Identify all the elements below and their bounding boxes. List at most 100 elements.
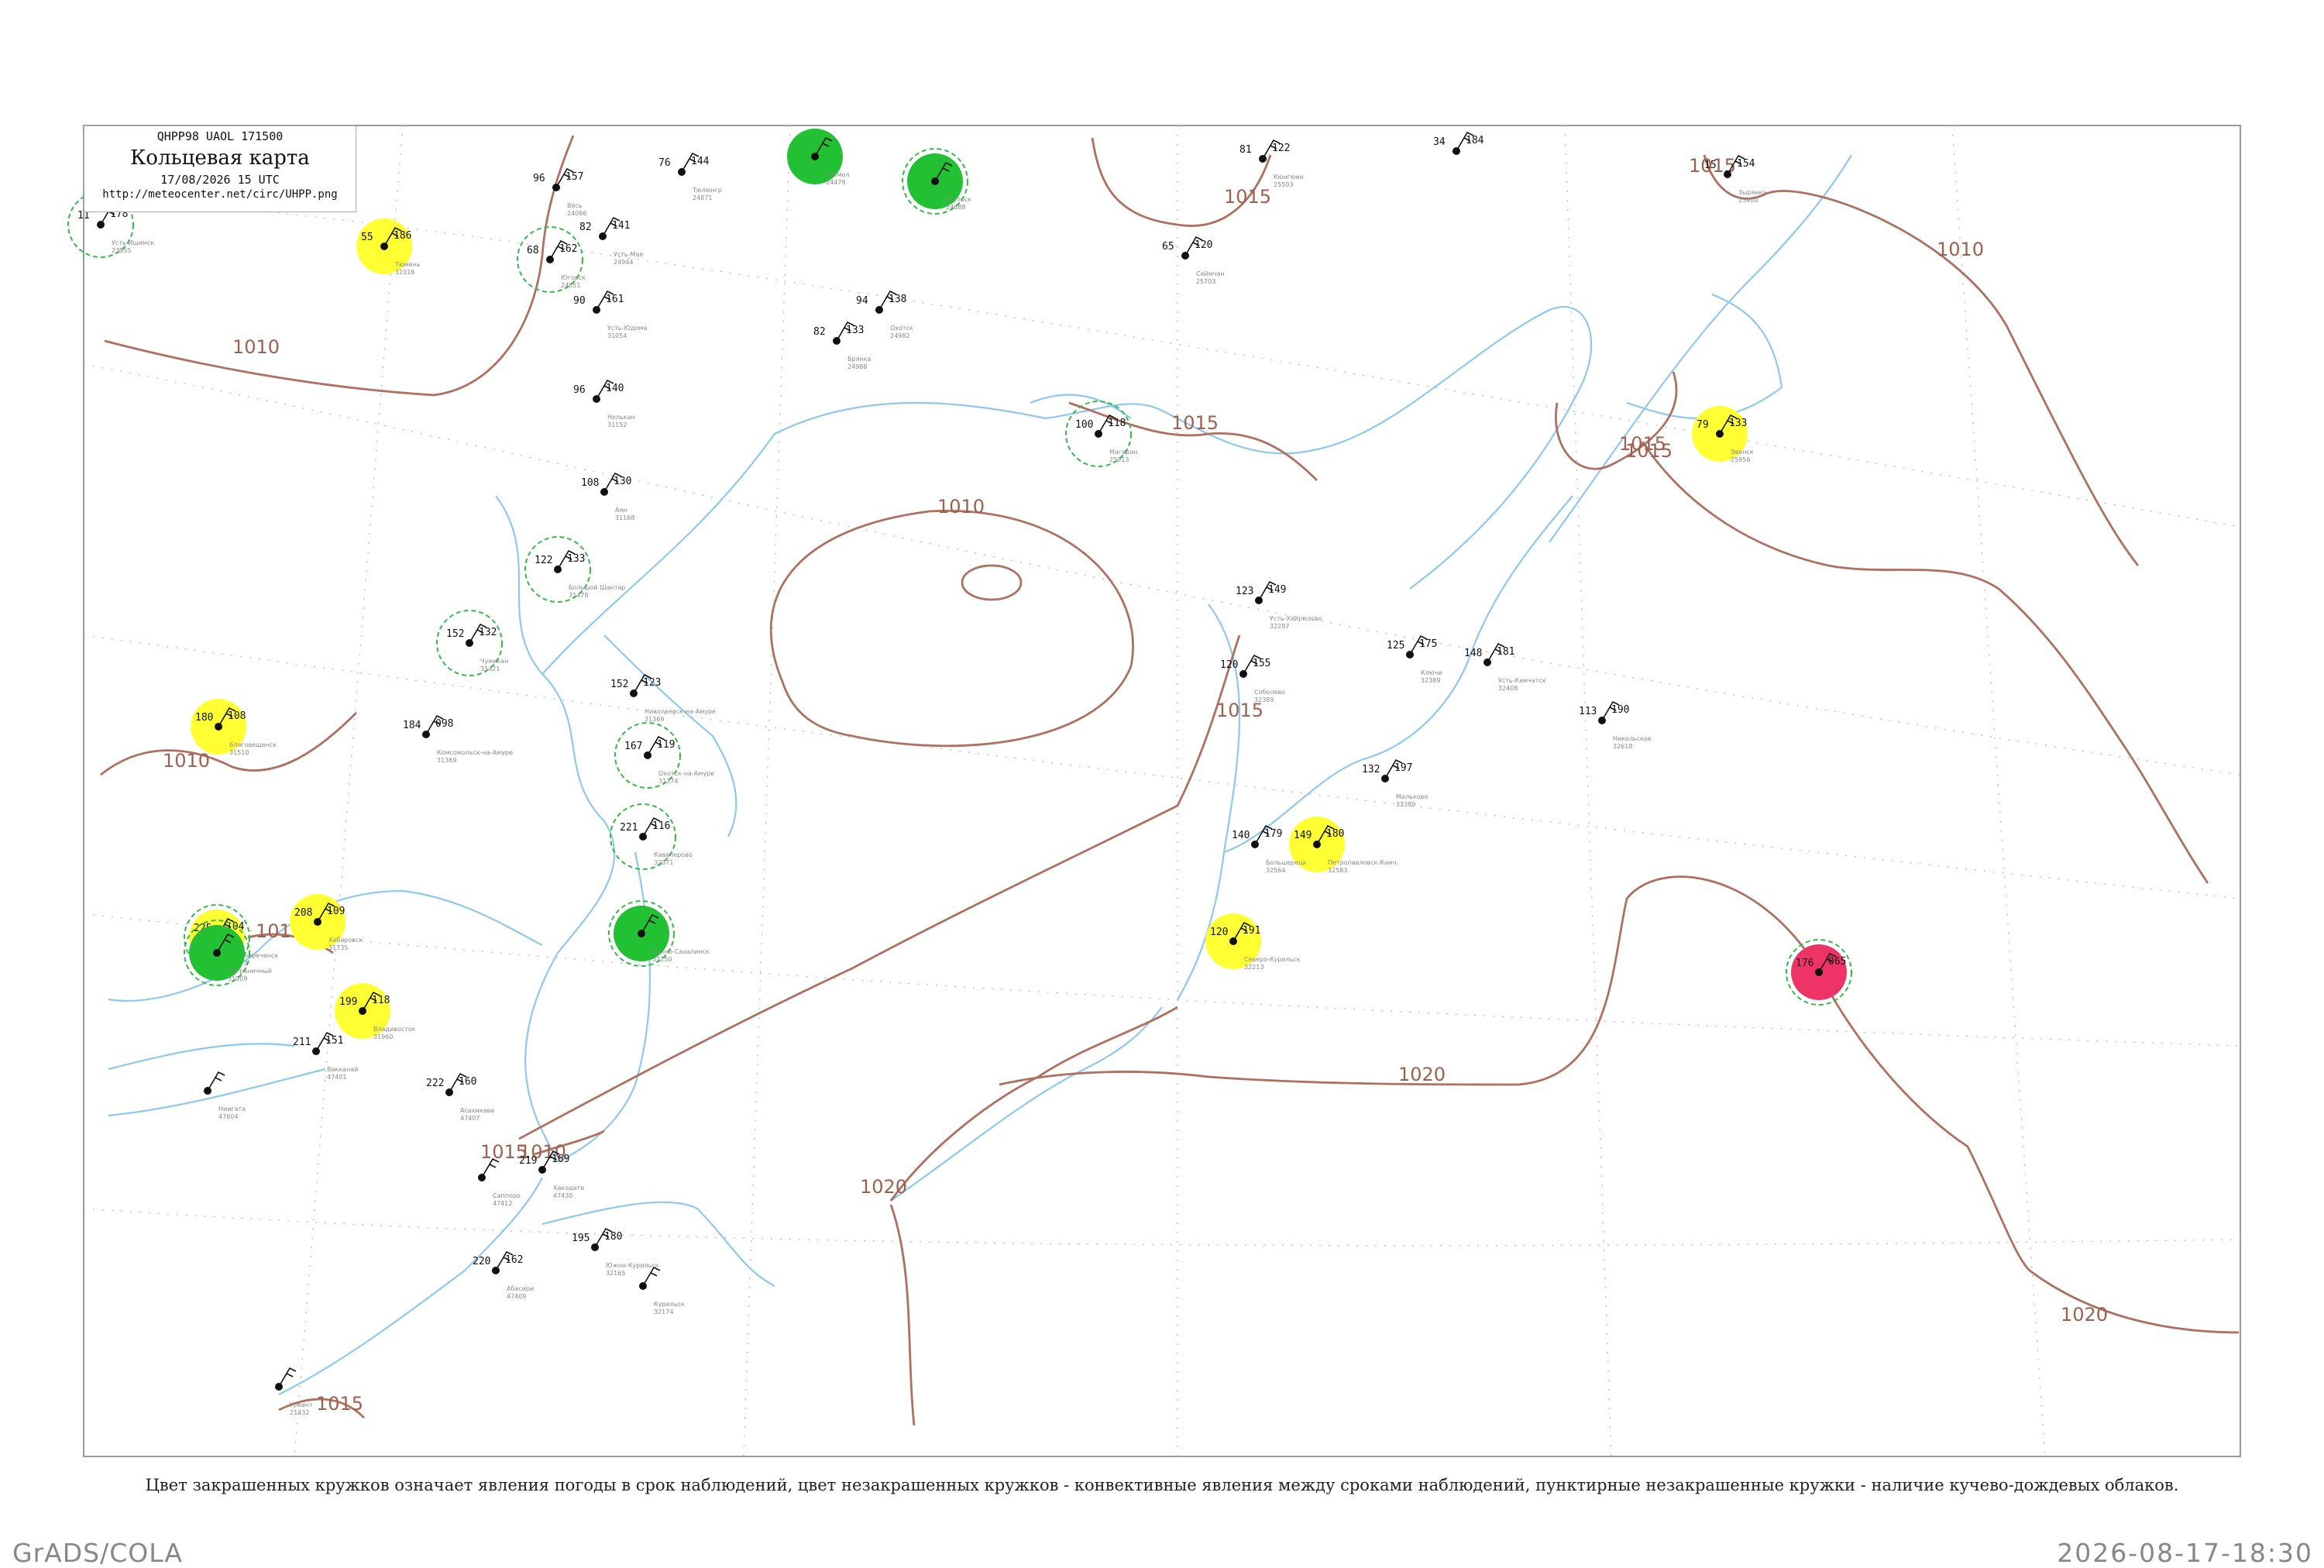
station-id: 31960	[373, 1033, 393, 1040]
graticule	[83, 125, 2241, 1457]
station-temperature: 90	[573, 295, 586, 307]
station[interactable]: 120 191 Северо-Курильск32213	[1205, 913, 1301, 971]
station[interactable]: 123 149 Усть-Хайрюзово32287	[1236, 580, 1322, 630]
isobar-line	[1641, 441, 2209, 884]
station-id: 31909	[228, 975, 247, 982]
station-id: 25956	[1731, 456, 1750, 463]
station-temperature: 184	[403, 720, 421, 731]
station-name: Зырянка	[1738, 189, 1766, 196]
station[interactable]: 96 140 Нелькан31152	[573, 379, 635, 428]
station[interactable]: 82 141 Усть-Мая24944	[579, 216, 643, 266]
station[interactable]: 184 098 Комсомольск-на-Амуре31369	[403, 714, 513, 764]
station-id: 47430	[553, 1192, 572, 1199]
station[interactable]: 152 123 Николаевск-на-Амуре31369	[610, 673, 716, 723]
station-name: Хабаровск	[328, 937, 363, 944]
station-name: Усть-Камчатск	[1498, 677, 1546, 684]
station-id: 47412	[493, 1200, 512, 1207]
station[interactable]: 82 133 Брянка24988	[813, 321, 871, 370]
station-id: 32583	[1328, 867, 1347, 874]
station-pressure: 151	[325, 1035, 343, 1047]
station[interactable]: 125 175 Ключи32389	[1387, 634, 1442, 684]
station[interactable]: Токмол24479	[787, 129, 850, 186]
station[interactable]: 34 184	[1433, 131, 1484, 155]
station[interactable]: 219 169 Хакодате47430	[519, 1150, 584, 1199]
station-name: Сеймчан	[1196, 270, 1225, 277]
station-name: Комсомольск-на-Амуре	[437, 749, 513, 756]
station[interactable]: Угульск24688	[902, 148, 971, 215]
map-url[interactable]: http://meteocenter.net/circ/UHPP.png	[84, 188, 356, 201]
station-pressure: 157	[566, 171, 583, 183]
station[interactable]: 108 130 Аян31168	[581, 472, 634, 521]
station-temperature: 195	[572, 1233, 590, 1244]
station-layer: 11 178Усть-Ишимск2395555 186Тюмень3101696 1…	[67, 129, 1852, 1416]
station[interactable]: 211 151 Вакканай47401	[293, 1031, 358, 1081]
station-id: 32389	[1421, 677, 1440, 684]
isobar-line	[961, 564, 1023, 601]
isobar-label: 1010	[163, 750, 210, 772]
station[interactable]: 220 162 Абасири47409	[473, 1250, 534, 1300]
station-id: 31510	[229, 749, 249, 756]
station[interactable]: 176 065	[1786, 939, 1852, 1006]
station[interactable]: Курильск32174	[639, 1266, 685, 1315]
station-temperature: 100	[1075, 419, 1093, 431]
station[interactable]: 180 108 Благовещенск31510	[191, 699, 277, 756]
station[interactable]: Ниигата47604	[204, 1071, 246, 1120]
station[interactable]: 199 118 Владивосток31960	[335, 983, 416, 1040]
station-name: Ниигата	[218, 1106, 246, 1112]
station-pressure: 109	[327, 906, 345, 917]
station[interactable]: 132 197 Мильково32389	[1362, 758, 1428, 808]
station-name: Владивосток	[373, 1026, 416, 1033]
station-id: 31054	[607, 332, 627, 339]
station-id: 32618	[1613, 743, 1632, 750]
station[interactable]: 167 119 Охотск-на-Амуре31374	[614, 722, 714, 789]
station[interactable]: Саппоро47412	[478, 1157, 521, 1207]
station-temperature: 220	[473, 1256, 490, 1267]
station-id: 47604	[218, 1113, 238, 1120]
station[interactable]: 79 133 Эвенск25956	[1692, 406, 1754, 463]
station[interactable]: 222 160 Асахикава47407	[426, 1072, 494, 1122]
station-id: 32165	[606, 1270, 625, 1277]
map-header-box: QHPP98 UAOL 171500 Кольцевая карта 17/08…	[84, 126, 356, 212]
station[interactable]: 96 157 Вёсь24066	[533, 167, 586, 217]
station-pressure: 119	[657, 739, 675, 751]
station[interactable]: 113 190 Никольское32618	[1579, 700, 1652, 750]
station[interactable]: 90 161 Усть-Юдома31054	[573, 290, 648, 339]
station-id: 24944	[614, 259, 633, 266]
station-pressure: 155	[1253, 658, 1270, 669]
station[interactable]: 195 180 Южно-Курильск32165	[572, 1227, 659, 1277]
station-temperature: 82	[813, 326, 826, 338]
station[interactable]: 55 186 Тюмень31016	[356, 218, 421, 276]
station[interactable]: 68 162 Югорск24851	[517, 226, 586, 293]
station-temperature: 96	[533, 173, 545, 184]
station-id: 23955	[112, 247, 131, 254]
station-temperature: 152	[446, 628, 464, 640]
station-name: Урбант	[290, 1401, 313, 1408]
isobar-label: 1020	[2061, 1304, 2108, 1326]
station-pressure: 138	[889, 294, 906, 305]
station-temperature: 222	[426, 1078, 444, 1089]
station[interactable]: 81 122 Кюнгюен25503	[1239, 139, 1304, 188]
station-pressure: 169	[552, 1154, 569, 1165]
station[interactable]: 208 109 Хабаровск31735	[290, 894, 363, 951]
station-pressure: 132	[479, 627, 497, 638]
station[interactable]: 148 181 Усть-Камчатск32408	[1464, 642, 1546, 692]
station[interactable]: 65 120 Сеймчан25703	[1162, 236, 1225, 285]
station-temperature: 113	[1579, 706, 1597, 717]
station-temperature: 176	[1796, 958, 1813, 969]
station[interactable]: 100 118 Магадан25913	[1065, 401, 1138, 467]
station[interactable]: 122 133 Большой Шантар31478	[524, 536, 626, 603]
station[interactable]: 76 144 Тюлюнгр24871	[658, 152, 722, 201]
station[interactable]: 221 116 Кавалерово32071	[610, 803, 693, 870]
station[interactable]: 94 138 Охотск24982	[856, 290, 913, 339]
station-temperature: 148	[1464, 648, 1482, 659]
station[interactable]: Южно-Сахалинск32150	[608, 900, 710, 967]
station-name: Северо-Курильск	[1244, 956, 1301, 963]
station[interactable]: 152 132 Чумикан31421	[436, 610, 508, 676]
station-id: 32564	[1266, 867, 1285, 874]
station-id: 31374	[658, 778, 678, 785]
station[interactable]: 120 155 Соболево32389	[1220, 654, 1285, 703]
station-temperature: 208	[294, 907, 312, 919]
map-title: Кольцевая карта	[130, 146, 310, 170]
station-name: Вакканай	[327, 1066, 358, 1073]
station-temperature: 120	[1220, 659, 1238, 671]
